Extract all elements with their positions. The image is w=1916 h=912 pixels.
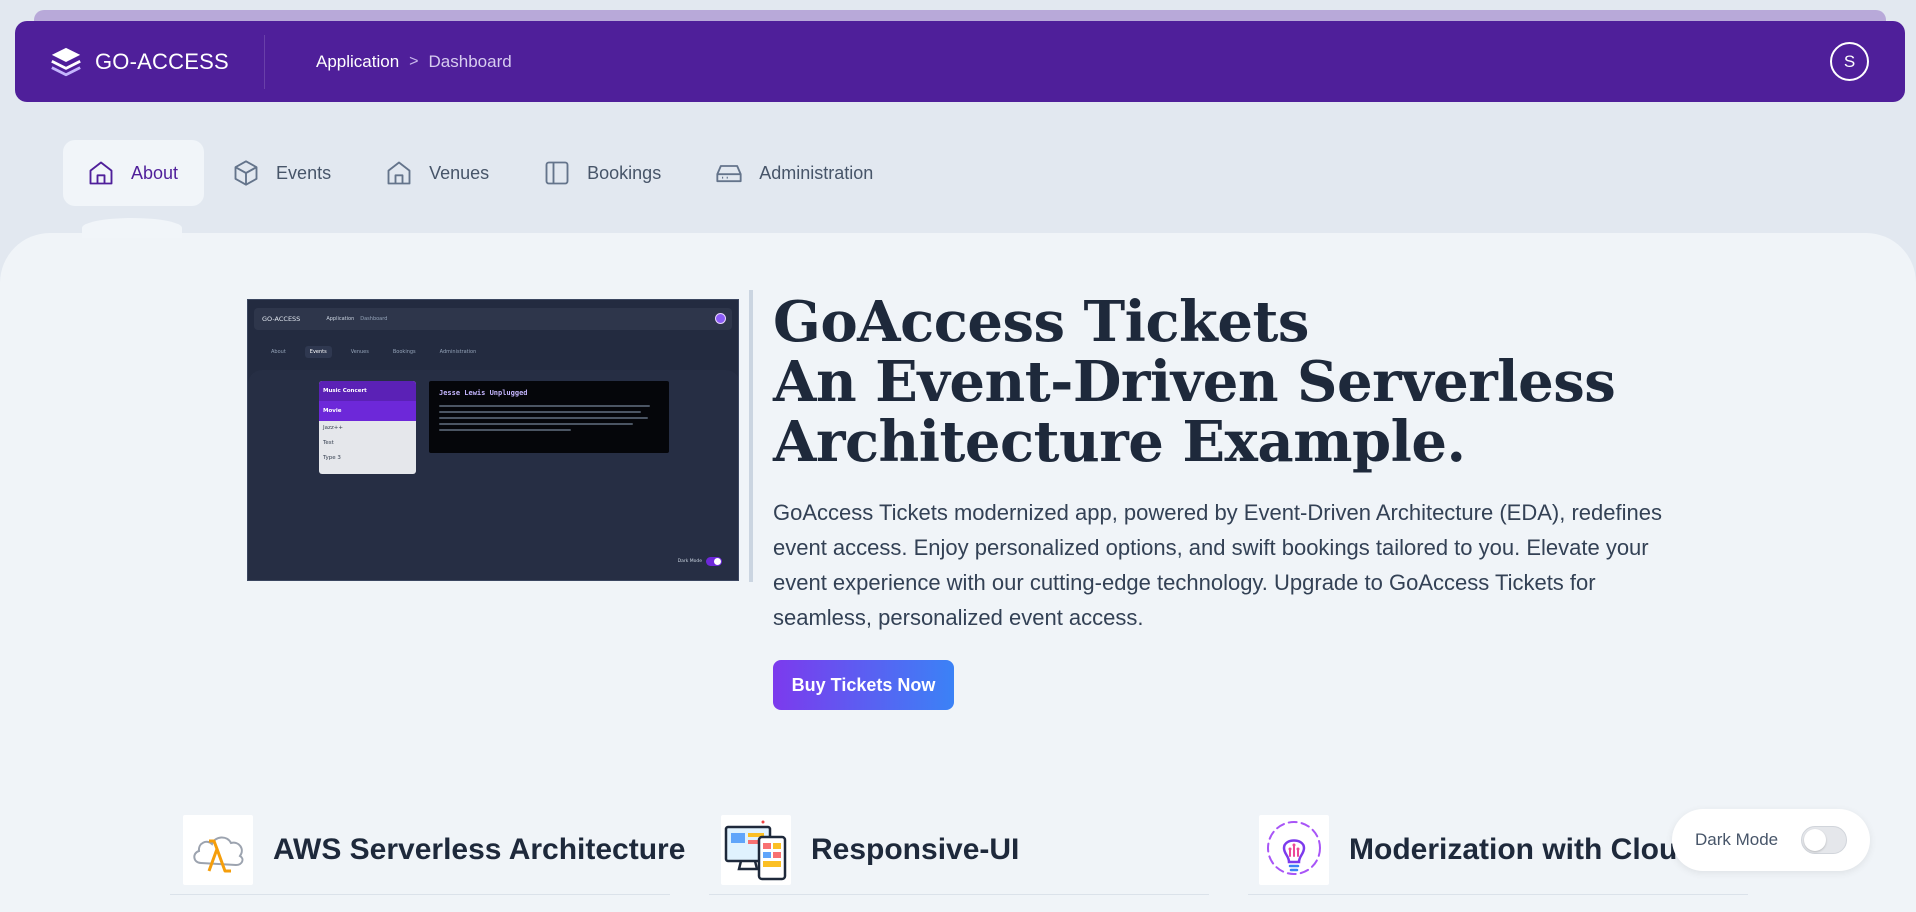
user-avatar[interactable]: S <box>1830 42 1869 81</box>
hero-description: GoAccess Tickets modernized app, powered… <box>773 500 1662 630</box>
responsive-devices-icon <box>721 815 791 885</box>
preview-logo: GO-ACCESS <box>262 315 301 323</box>
feature-title: Moderization with Cloud <box>1349 833 1696 866</box>
feature-underline <box>170 894 670 895</box>
sidebar-icon <box>545 161 569 185</box>
preview-list-item: Music Concert <box>319 381 416 401</box>
aws-lambda-cloud-icon <box>183 815 253 885</box>
preview-tab: About <box>271 349 286 355</box>
dark-mode-control: Dark Mode <box>1672 809 1870 871</box>
feature-title: AWS Serverless Architecture <box>273 833 686 866</box>
dark-mode-label: Dark Mode <box>1695 830 1779 849</box>
breadcrumb: Application > Dashboard <box>316 52 512 72</box>
preview-header: GO-ACCESS Application Dashboard <box>254 308 732 330</box>
preview-toggle <box>706 557 722 566</box>
preview-tab: Venues <box>350 349 369 355</box>
active-tab-notch <box>82 218 182 238</box>
preview-card-title: Jesse Lewis Unplugged <box>439 389 528 397</box>
tab-bookings[interactable]: Bookings <box>519 140 687 206</box>
lightbulb-gear-icon <box>1259 815 1329 885</box>
logo-text: GO-ACCESS <box>95 48 229 74</box>
preview-breadcrumb-parent: Application <box>326 316 355 322</box>
preview-text-line <box>439 405 651 407</box>
preview-list-item: Movie <box>319 401 416 421</box>
preview-event-card: Jesse Lewis Unplugged <box>429 381 669 453</box>
breadcrumb-separator: > <box>409 52 419 70</box>
preview-list-item: Type 3 <box>323 455 341 461</box>
tab-events[interactable]: Events <box>208 140 357 206</box>
preview-dark-mode: Dark Mode <box>678 557 722 566</box>
preview-list-item: Jazz++ <box>323 425 343 431</box>
preview-tab: Bookings <box>392 349 416 355</box>
tab-label: Venues <box>429 162 490 183</box>
hero-title-line: Architecture Example. <box>773 409 1466 475</box>
preview-dark-mode-label: Dark Mode <box>677 559 702 564</box>
tab-about[interactable]: About <box>63 140 205 206</box>
preview-list-item: Test <box>323 440 334 446</box>
buy-tickets-button[interactable]: Buy Tickets Now <box>773 660 954 710</box>
hero-title-line: GoAccess Tickets <box>773 289 1309 355</box>
toggle-knob <box>1804 829 1826 851</box>
tab-label: Events <box>276 162 332 183</box>
feature-underline <box>1248 894 1748 895</box>
preview-text-line <box>439 417 648 419</box>
feature-responsive-ui: Responsive-UI <box>721 815 1019 885</box>
hero-vertical-divider <box>749 290 753 582</box>
feature-aws-serverless: AWS Serverless Architecture <box>183 815 685 885</box>
breadcrumb-current: Dashboard <box>428 51 512 71</box>
preview-text-line <box>439 411 642 413</box>
app-preview-image: GO-ACCESS Application Dashboard About Ev… <box>247 299 739 581</box>
dark-mode-toggle[interactable] <box>1801 826 1847 854</box>
app-logo[interactable]: GO-ACCESS <box>49 45 264 79</box>
hero-title-line: An Event-Driven Serverless <box>773 349 1616 415</box>
feature-title: Responsive-UI <box>811 833 1020 866</box>
tab-label: Bookings <box>587 162 662 183</box>
feature-underline <box>709 894 1209 895</box>
preview-tabs: About Events Venues Bookings Administrat… <box>266 346 495 358</box>
preview-breadcrumb-current: Dashboard <box>360 316 388 322</box>
venue-icon <box>387 161 411 185</box>
main-nav-tabs: About Events Venues Bookings Administrat… <box>63 140 903 206</box>
drive-icon <box>716 165 742 183</box>
breadcrumb-parent[interactable]: Application <box>316 52 399 72</box>
tab-venues[interactable]: Venues <box>361 140 515 206</box>
home-icon <box>89 161 113 185</box>
feature-modernization-cloud: Moderization with Cloud <box>1259 815 1696 885</box>
tab-label: About <box>131 162 179 183</box>
preview-tab: Administration <box>439 349 477 355</box>
preview-text-line <box>439 429 571 431</box>
header-divider <box>264 34 265 89</box>
preview-event-list: Music Concert Movie Jazz++ Test Type 3 <box>319 381 416 474</box>
top-header: GO-ACCESS Application > Dashboard S <box>15 21 1905 102</box>
layers-icon <box>51 47 81 76</box>
preview-text-line <box>439 423 633 425</box>
tab-label: Administration <box>759 162 874 183</box>
cube-icon <box>234 160 258 186</box>
preview-avatar <box>715 313 726 324</box>
hero-title: GoAccess Tickets An Event-Driven Serverl… <box>773 292 1693 472</box>
tab-administration[interactable]: Administration <box>691 140 899 206</box>
preview-tab: Events <box>304 346 332 358</box>
